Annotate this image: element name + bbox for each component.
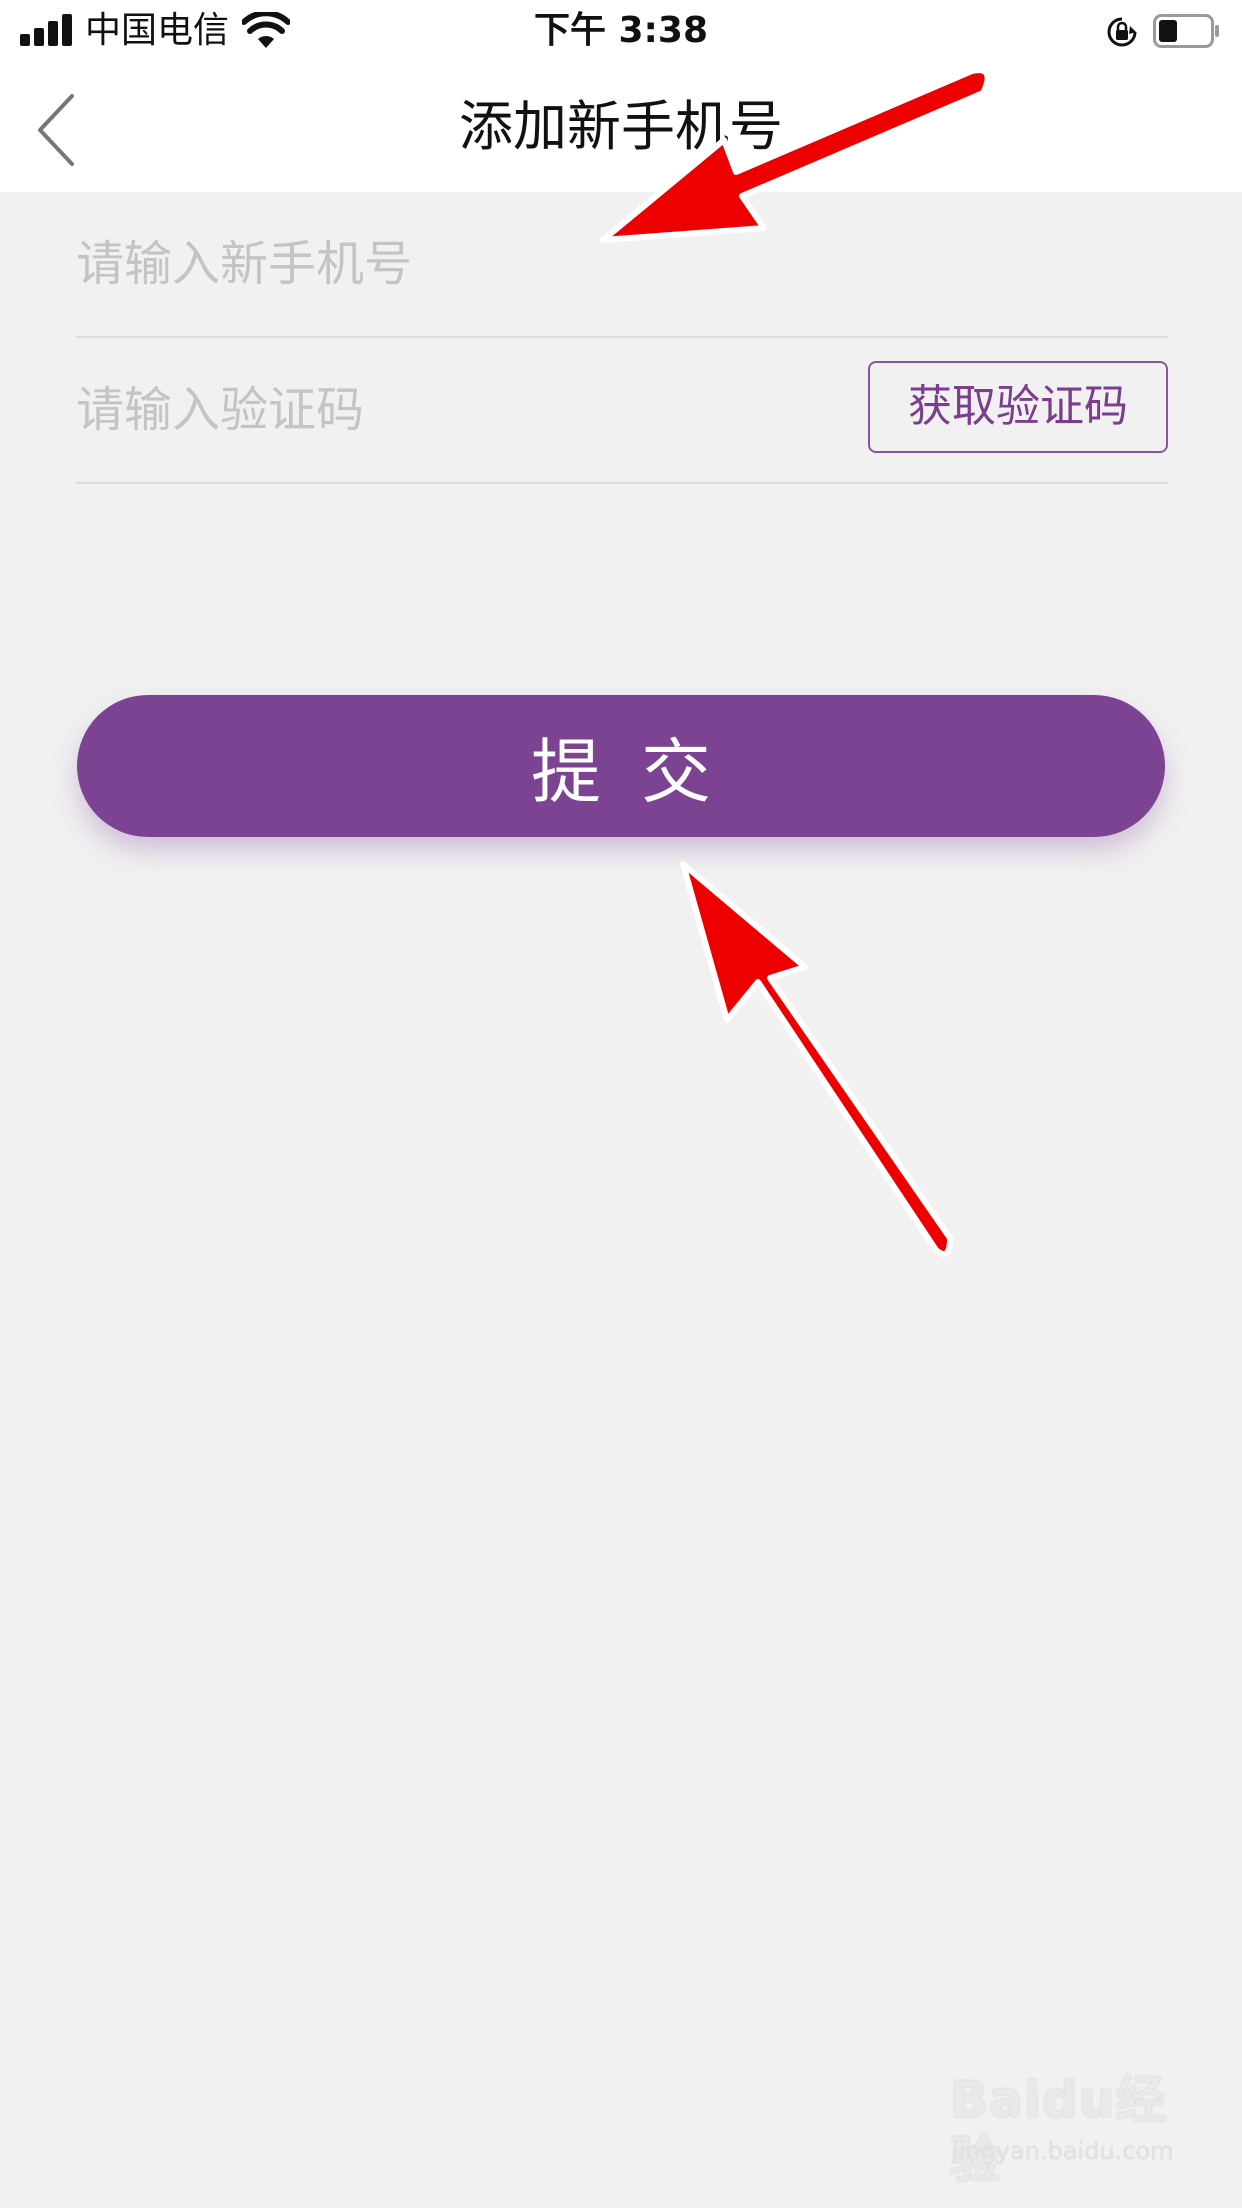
signal-icon: [20, 14, 76, 46]
battery-icon: [1153, 14, 1219, 48]
status-bar: 中国电信 下午 3:38: [0, 0, 1242, 62]
chevron-left-icon: [38, 94, 74, 166]
page-title: 添加新手机号: [459, 95, 783, 158]
nav-bar: 添加新手机号: [0, 62, 1242, 192]
orientation-lock-icon: [1107, 17, 1137, 47]
watermark-url: jingyan.baidu.com: [952, 2137, 1174, 2165]
wifi-icon: [242, 12, 290, 48]
get-code-button[interactable]: 获取验证码: [868, 361, 1168, 453]
watermark-brand: Baidu经验: [950, 2071, 1167, 2189]
new-phone-input[interactable]: [76, 192, 816, 336]
annotation-arrow-to-submit-button: [680, 861, 953, 1257]
status-time: 下午 3:38: [533, 10, 709, 51]
phone-row: [76, 192, 1168, 338]
carrier-name: 中国电信: [85, 10, 230, 51]
phone-form: 获取验证码: [76, 192, 1168, 484]
verification-code-input[interactable]: [76, 338, 816, 482]
back-button[interactable]: [20, 90, 90, 170]
baidu-watermark: Baidu经验 jingyan.baidu.com: [950, 2070, 1190, 2189]
code-row: 获取验证码: [76, 338, 1168, 484]
submit-button[interactable]: 提交: [77, 695, 1165, 837]
